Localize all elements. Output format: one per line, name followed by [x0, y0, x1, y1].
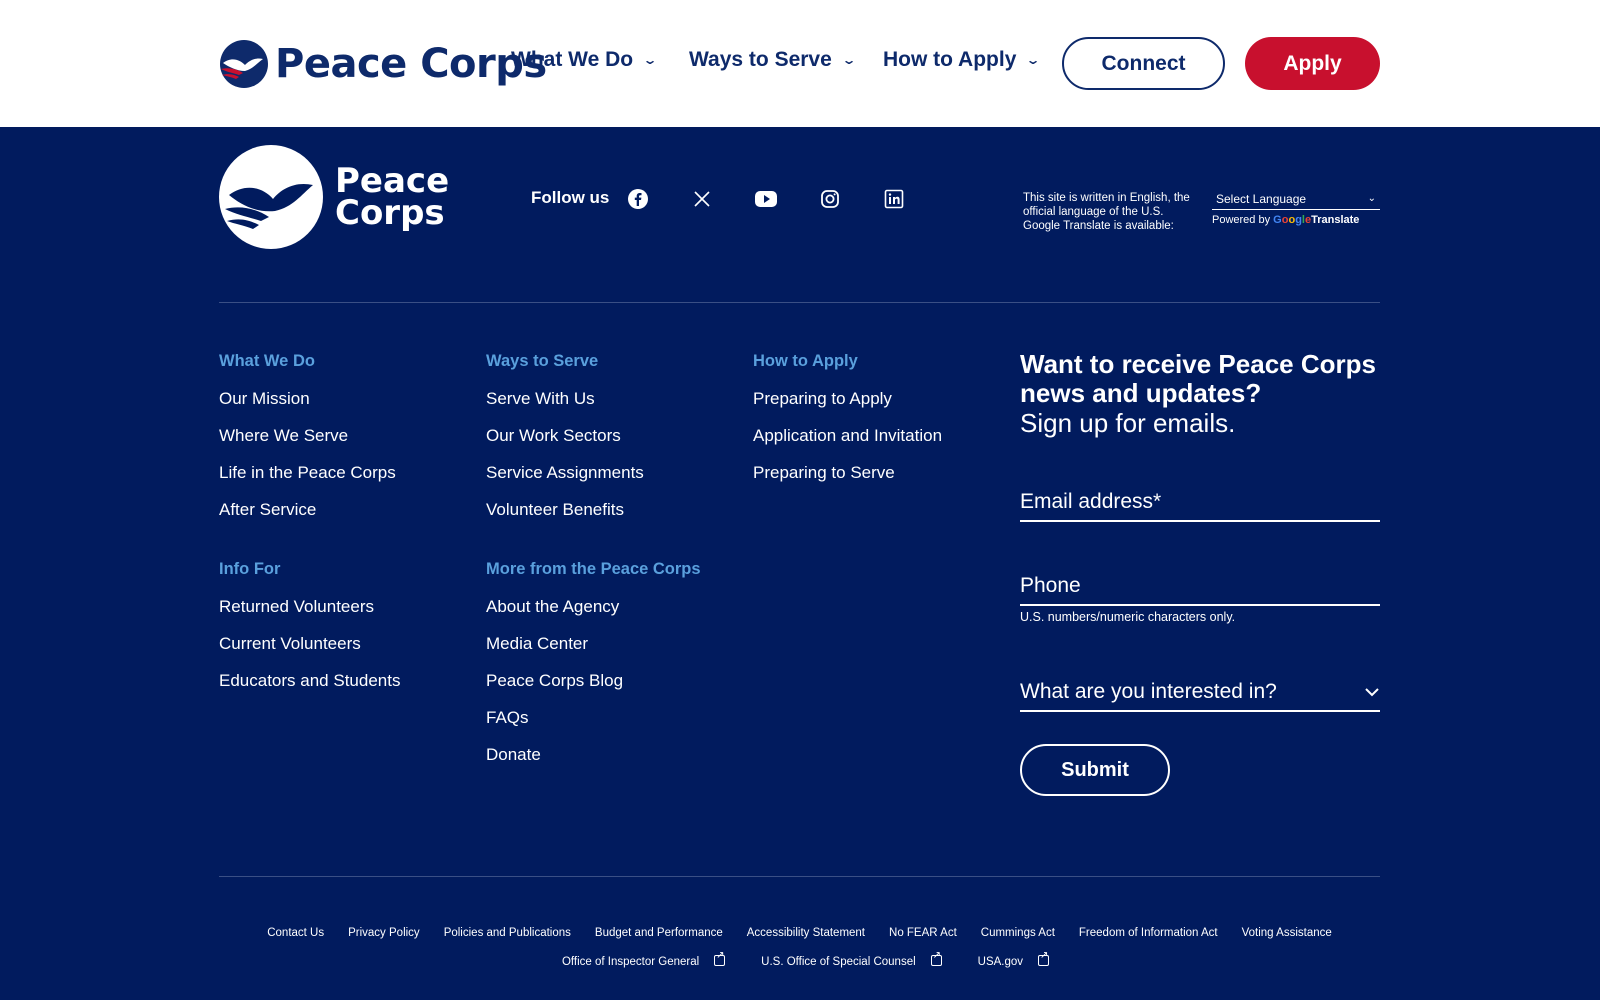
legal-link-external[interactable]: U.S. Office of Special Counsel [749, 950, 942, 968]
external-link-icon [714, 950, 726, 966]
footer-logo-text: Peace Corps [335, 164, 449, 233]
nav-label: Ways to Serve [689, 48, 832, 71]
powered-by-label: Powered by [1212, 214, 1271, 226]
column-what-we-do: What We Do Our Mission Where We Serve Li… [219, 352, 396, 536]
facebook-icon[interactable] [626, 187, 650, 211]
peace-corps-logo[interactable]: Peace Corps [219, 38, 547, 90]
youtube-icon[interactable] [754, 187, 778, 211]
column-heading[interactable]: How to Apply [753, 352, 942, 371]
legal-link-label: Office of Inspector General [561, 956, 700, 968]
linkedin-icon[interactable] [882, 187, 906, 211]
chevron-down-icon: ⌄ [642, 53, 658, 67]
email-field[interactable]: Email address* [1020, 490, 1380, 522]
external-link-icon [930, 950, 942, 966]
legal-links-row-2: Office of Inspector General U.S. Office … [219, 950, 1380, 968]
phone-placeholder: Phone [1020, 574, 1081, 597]
language-select-value: Select Language [1216, 191, 1307, 206]
chevron-down-icon: ⌄ [1025, 53, 1041, 67]
legal-link[interactable]: No FEAR Act [889, 927, 957, 939]
column-more-from-peace-corps: More from the Peace Corps About the Agen… [486, 560, 701, 781]
nav-label: What We Do [511, 48, 634, 71]
legal-links-row-1: Contact Us Privacy Policy Policies and P… [219, 927, 1380, 939]
footer-link[interactable]: Our Mission [219, 388, 396, 409]
column-heading[interactable]: Ways to Serve [486, 352, 644, 371]
column-heading[interactable]: More from the Peace Corps [486, 560, 701, 579]
column-heading[interactable]: What We Do [219, 352, 396, 371]
signup-title: Want to receive Peace Corps news and upd… [1020, 349, 1376, 408]
column-heading[interactable]: Info For [219, 560, 400, 579]
footer-link[interactable]: Educators and Students [219, 670, 400, 691]
footer-link[interactable]: Serve With Us [486, 388, 644, 409]
interest-select[interactable]: What are you interested in? [1020, 680, 1380, 712]
nav-label: How to Apply [883, 48, 1017, 71]
external-link-icon [1038, 950, 1050, 966]
footer-link[interactable]: Media Center [486, 633, 701, 654]
footer-link[interactable]: Life in the Peace Corps [219, 462, 396, 483]
footer-link[interactable]: Application and Invitation [753, 425, 942, 446]
x-icon[interactable] [690, 187, 714, 211]
instagram-icon[interactable] [818, 187, 842, 211]
legal-link[interactable]: Cummings Act [981, 927, 1055, 939]
footer-logo[interactable]: Peace Corps [219, 145, 449, 249]
legal-link[interactable]: Accessibility Statement [747, 927, 865, 939]
logo-text: Peace Corps [275, 41, 547, 87]
footer-link[interactable]: Returned Volunteers [219, 596, 400, 617]
logo-line-2: Corps [335, 193, 445, 233]
follow-us-label: Follow us [531, 188, 610, 207]
nav-what-we-do[interactable]: What We Do ⌄ [511, 48, 658, 72]
email-placeholder: Email address* [1020, 490, 1162, 513]
legal-link[interactable]: Policies and Publications [444, 927, 571, 939]
legal-link-label: U.S. Office of Special Counsel [761, 956, 916, 968]
footer-divider-bottom [219, 876, 1380, 877]
legal-link[interactable]: Contact Us [267, 927, 324, 939]
connect-button[interactable]: Connect [1062, 37, 1225, 90]
legal-link[interactable]: Freedom of Information Act [1079, 927, 1218, 939]
footer-link[interactable]: About the Agency [486, 596, 701, 617]
chevron-down-icon [1365, 688, 1379, 697]
footer-link[interactable]: Peace Corps Blog [486, 670, 701, 691]
legal-link-label: USA.gov [977, 956, 1024, 968]
signup-subtitle: Sign up for emails. [1020, 408, 1236, 438]
footer-link[interactable]: After Service [219, 499, 396, 520]
footer-link[interactable]: Service Assignments [486, 462, 644, 483]
nav-how-to-apply[interactable]: How to Apply ⌄ [883, 48, 1041, 72]
footer-link[interactable]: Preparing to Apply [753, 388, 942, 409]
footer-link[interactable]: Preparing to Serve [753, 462, 942, 483]
apply-button[interactable]: Apply [1245, 37, 1380, 90]
footer-divider-top [219, 302, 1380, 303]
column-how-to-apply: How to Apply Preparing to Apply Applicat… [753, 352, 942, 499]
chevron-down-icon: ⌄ [1367, 193, 1376, 204]
column-ways-to-serve: Ways to Serve Serve With Us Our Work Sec… [486, 352, 644, 536]
language-select[interactable]: Select Language ⌄ [1212, 188, 1380, 210]
footer-link[interactable]: Where We Serve [219, 425, 396, 446]
footer-link[interactable]: Donate [486, 744, 701, 765]
legal-link-external[interactable]: Office of Inspector General [550, 950, 726, 968]
site-header: Peace Corps What We Do ⌄ Ways to Serve ⌄ H… [0, 0, 1600, 127]
translate-label: Translate [1311, 214, 1360, 226]
phone-help-text: U.S. numbers/numeric characters only. [1020, 610, 1236, 624]
footer-link[interactable]: Our Work Sectors [486, 425, 644, 446]
interest-placeholder: What are you interested in? [1020, 680, 1277, 703]
footer-link[interactable]: FAQs [486, 707, 701, 728]
phone-field[interactable]: Phone [1020, 574, 1380, 606]
submit-button[interactable]: Submit [1020, 744, 1170, 796]
google-translate-credit: Powered by GoogleTranslate [1212, 214, 1359, 226]
chevron-down-icon: ⌄ [841, 53, 857, 67]
footer-link[interactable]: Current Volunteers [219, 633, 400, 654]
footer-link[interactable]: Volunteer Benefits [486, 499, 644, 520]
dove-logo-icon [220, 40, 268, 88]
legal-link[interactable]: Budget and Performance [595, 927, 723, 939]
legal-link[interactable]: Voting Assistance [1242, 927, 1332, 939]
language-note: This site is written in English, the off… [1023, 192, 1190, 232]
legal-link[interactable]: Privacy Policy [348, 927, 420, 939]
dove-logo-icon [219, 145, 323, 249]
nav-ways-to-serve[interactable]: Ways to Serve ⌄ [689, 48, 857, 72]
google-logo: Google [1273, 214, 1312, 226]
legal-link-external[interactable]: USA.gov [966, 950, 1050, 968]
column-info-for: Info For Returned Volunteers Current Vol… [219, 560, 400, 707]
